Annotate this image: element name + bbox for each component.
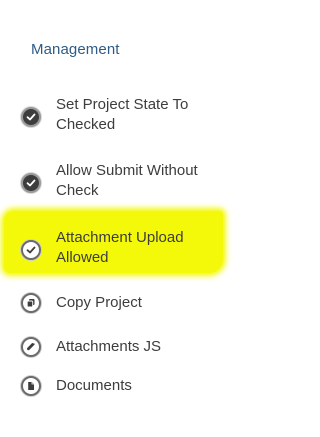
- paperclip-icon: [21, 337, 41, 357]
- copy-icon: [21, 293, 41, 313]
- menu-item-label: Documents: [56, 377, 132, 394]
- section-title-management: Management: [31, 41, 120, 58]
- menu-item-copy-project[interactable]: Copy Project: [18, 292, 278, 314]
- menu-item-label: Allow Submit Without Check: [56, 162, 198, 199]
- menu-item-documents[interactable]: Documents: [18, 375, 278, 397]
- menu-item-attachment-upload-allowed[interactable]: Attachment Upload Allowed: [18, 228, 278, 272]
- menu-item-label: Set Project State To Checked: [56, 96, 189, 133]
- checkmark-icon: [21, 107, 41, 127]
- menu-item-set-project-state-to-checked[interactable]: Set Project State To Checked: [18, 95, 278, 139]
- menu-item-label: Copy Project: [56, 294, 142, 311]
- menu-item-attachments-js[interactable]: Attachments JS: [18, 336, 278, 358]
- menu-item-allow-submit-without-check[interactable]: Allow Submit Without Check: [18, 161, 278, 205]
- checkmark-icon: [21, 240, 41, 260]
- menu-item-label: Attachments JS: [56, 338, 162, 355]
- document-icon: [21, 376, 41, 396]
- checkmark-icon: [21, 173, 41, 193]
- menu-item-label: Attachment Upload Allowed: [56, 229, 184, 266]
